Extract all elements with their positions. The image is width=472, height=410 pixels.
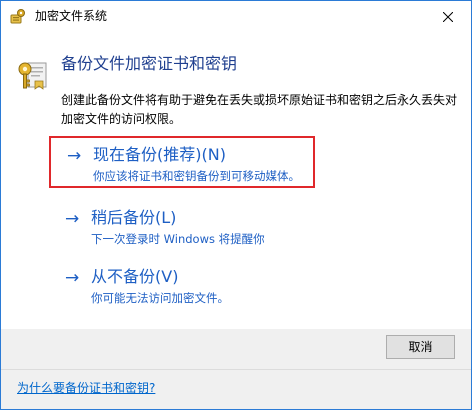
option-title: 稍后备份(L) [91,208,177,227]
option-title: 从不备份(V) [91,267,179,286]
description-text: 创建此备份文件将有助于避免在丢失或损坏原始证书和密钥之后永久丢失对加密文件的访问… [61,93,458,126]
efs-key-icon [10,8,26,24]
arrow-right-icon: → [65,268,80,288]
cancel-button[interactable]: 取消 [386,335,455,359]
help-link[interactable]: 为什么要备份证书和密钥? [17,380,155,396]
option-subtitle: 你应该将证书和密钥备份到可移动媒体。 [93,169,300,183]
arrow-right-icon: → [65,209,80,229]
backup-now-option[interactable]: → 现在备份(推荐)(N) 你应该将证书和密钥备份到可移动媒体。 [49,136,315,188]
page-heading: 备份文件加密证书和密钥 [61,54,238,73]
dialog-content: 备份文件加密证书和密钥 创建此备份文件将有助于避免在丢失或损坏原始证书和密钥之后… [1,31,471,329]
window-title: 加密文件系统 [35,9,108,23]
option-title: 现在备份(推荐)(N) [93,145,226,164]
title-bar: 加密文件系统 [1,1,471,31]
option-subtitle: 你可能无法访问加密文件。 [91,291,229,305]
help-area: 为什么要备份证书和密钥? [1,370,471,409]
certificate-key-icon [17,59,49,91]
backup-later-option[interactable]: → 稍后备份(L) 下一次登录时 Windows 将提醒你 [49,201,315,253]
never-backup-option[interactable]: → 从不备份(V) 你可能无法访问加密文件。 [49,260,315,312]
option-subtitle: 下一次登录时 Windows 将提醒你 [91,232,265,246]
close-icon [442,7,454,26]
close-button[interactable] [425,1,471,31]
dialog-window: 加密文件系统 备份文件加密证书和密钥 创建此备份文件将有助于避免在丢失或损坏原始… [0,0,472,410]
arrow-right-icon: → [67,146,82,166]
